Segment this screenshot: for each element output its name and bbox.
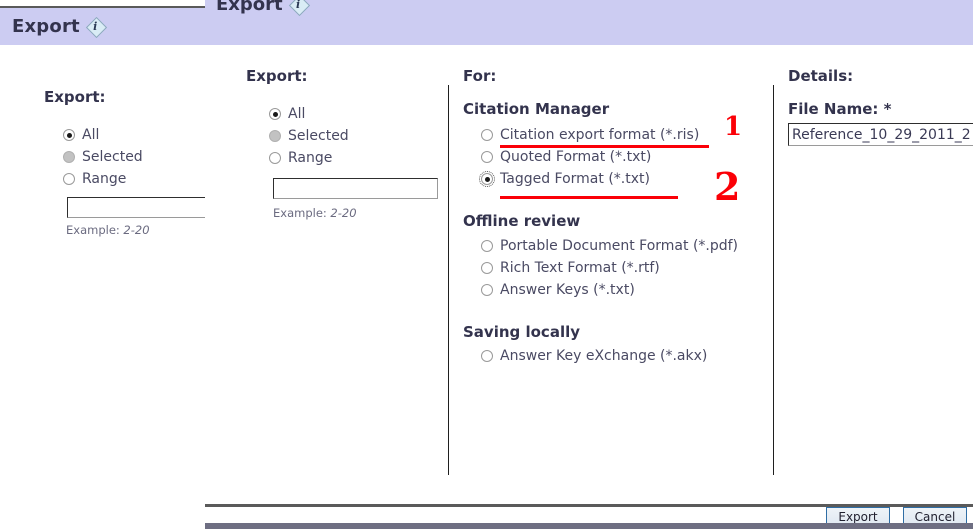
dialog-title: Export i: [216, 0, 310, 17]
annotation-underline-1: [500, 145, 709, 148]
export-range-input[interactable]: [273, 178, 438, 199]
background-export-heading: Export:: [44, 88, 106, 106]
export-range-example: Example: 2-20: [273, 206, 357, 220]
radio-indicator[interactable]: [481, 350, 493, 362]
group-heading-offline-review: Offline review: [463, 212, 581, 230]
background-range-example-value: 2-20: [123, 223, 150, 237]
export-radio-selected[interactable]: Selected: [269, 125, 349, 147]
group-heading-saving-locally: Saving locally: [463, 323, 581, 341]
annotation-underline-2: [500, 196, 678, 199]
radio-indicator[interactable]: [481, 262, 493, 274]
export-radio-group: All Selected Range: [269, 103, 349, 169]
radio-answer-keys[interactable]: Answer Keys (*.txt): [481, 279, 738, 301]
radio-indicator[interactable]: [481, 284, 493, 296]
help-diamond-icon[interactable]: i: [288, 0, 310, 17]
background-radio-all[interactable]: All: [63, 124, 143, 146]
radio-portable-document-format[interactable]: Portable Document Format (*.pdf): [481, 235, 738, 257]
background-range-input[interactable]: [67, 197, 208, 218]
background-radio-selected[interactable]: Selected: [63, 146, 143, 168]
radio-citation-export-format-label: Citation export format (*.ris): [500, 127, 700, 143]
help-diamond-icon[interactable]: i: [85, 16, 107, 39]
for-column-heading: For:: [463, 67, 497, 85]
radio-quoted-format[interactable]: Quoted Format (*.txt): [481, 146, 699, 168]
radio-portable-document-format-label: Portable Document Format (*.pdf): [500, 238, 739, 254]
radio-indicator[interactable]: [479, 171, 495, 187]
export-radio-range-label: Range: [288, 150, 333, 166]
radio-answer-key-exchange-label: Answer Key eXchange (*.akx): [500, 348, 708, 364]
radio-tagged-format[interactable]: Tagged Format (*.txt): [479, 168, 699, 190]
offline-review-radio-group: Portable Document Format (*.pdf) Rich Te…: [481, 235, 738, 301]
radio-rich-text-format-label: Rich Text Format (*.rtf): [500, 260, 660, 276]
radio-indicator[interactable]: [63, 173, 75, 185]
background-dialog-title: Export i: [12, 16, 107, 39]
background-range-example: Example: 2-20: [66, 223, 150, 237]
file-name-input[interactable]: [788, 123, 973, 146]
radio-rich-text-format[interactable]: Rich Text Format (*.rtf): [481, 257, 738, 279]
footer-bottom-band: [205, 523, 973, 529]
background-radio-selected-label: Selected: [82, 149, 143, 165]
radio-answer-keys-label: Answer Keys (*.txt): [500, 282, 635, 298]
export-dialog: Export i Export: All Selected Range Examp…: [205, 0, 973, 529]
column-divider-left: [448, 85, 449, 475]
export-range-example-prefix: Example:: [273, 206, 331, 220]
file-name-label: File Name: *: [788, 100, 892, 118]
export-range-example-value: 2-20: [330, 206, 357, 220]
details-column-heading: Details:: [788, 67, 854, 85]
background-radio-range[interactable]: Range: [63, 168, 143, 190]
export-radio-selected-label: Selected: [288, 128, 349, 144]
radio-indicator[interactable]: [481, 240, 493, 252]
radio-indicator[interactable]: [481, 151, 493, 163]
radio-indicator[interactable]: [269, 130, 281, 142]
background-dialog-titlebar: Export i: [0, 8, 205, 45]
radio-indicator[interactable]: [481, 129, 493, 141]
radio-quoted-format-label: Quoted Format (*.txt): [500, 149, 652, 165]
background-export-radio-group: All Selected Range: [63, 124, 143, 190]
radio-indicator[interactable]: [63, 129, 75, 141]
export-radio-all-label: All: [288, 106, 306, 122]
radio-indicator[interactable]: [63, 151, 75, 163]
saving-locally-radio-group: Answer Key eXchange (*.akx): [481, 345, 707, 367]
dialog-titlebar: Export i: [205, 0, 973, 45]
citation-manager-radio-group: Citation export format (*.ris) Quoted Fo…: [479, 124, 699, 190]
radio-tagged-format-label: Tagged Format (*.txt): [500, 171, 650, 187]
background-export-dialog: Export i Export: All Selected Range Examp…: [0, 0, 208, 529]
export-column-heading: Export:: [246, 67, 308, 85]
column-divider-right: [773, 85, 774, 475]
background-radio-range-label: Range: [82, 171, 127, 187]
radio-citation-export-format[interactable]: Citation export format (*.ris): [481, 124, 699, 146]
export-radio-range[interactable]: Range: [269, 147, 349, 169]
background-range-example-prefix: Example:: [66, 223, 124, 237]
radio-indicator[interactable]: [269, 152, 281, 164]
radio-indicator[interactable]: [269, 108, 281, 120]
group-heading-citation-manager: Citation Manager: [463, 100, 610, 118]
background-radio-all-label: All: [82, 127, 100, 143]
export-radio-all[interactable]: All: [269, 103, 349, 125]
radio-answer-key-exchange[interactable]: Answer Key eXchange (*.akx): [481, 345, 707, 367]
